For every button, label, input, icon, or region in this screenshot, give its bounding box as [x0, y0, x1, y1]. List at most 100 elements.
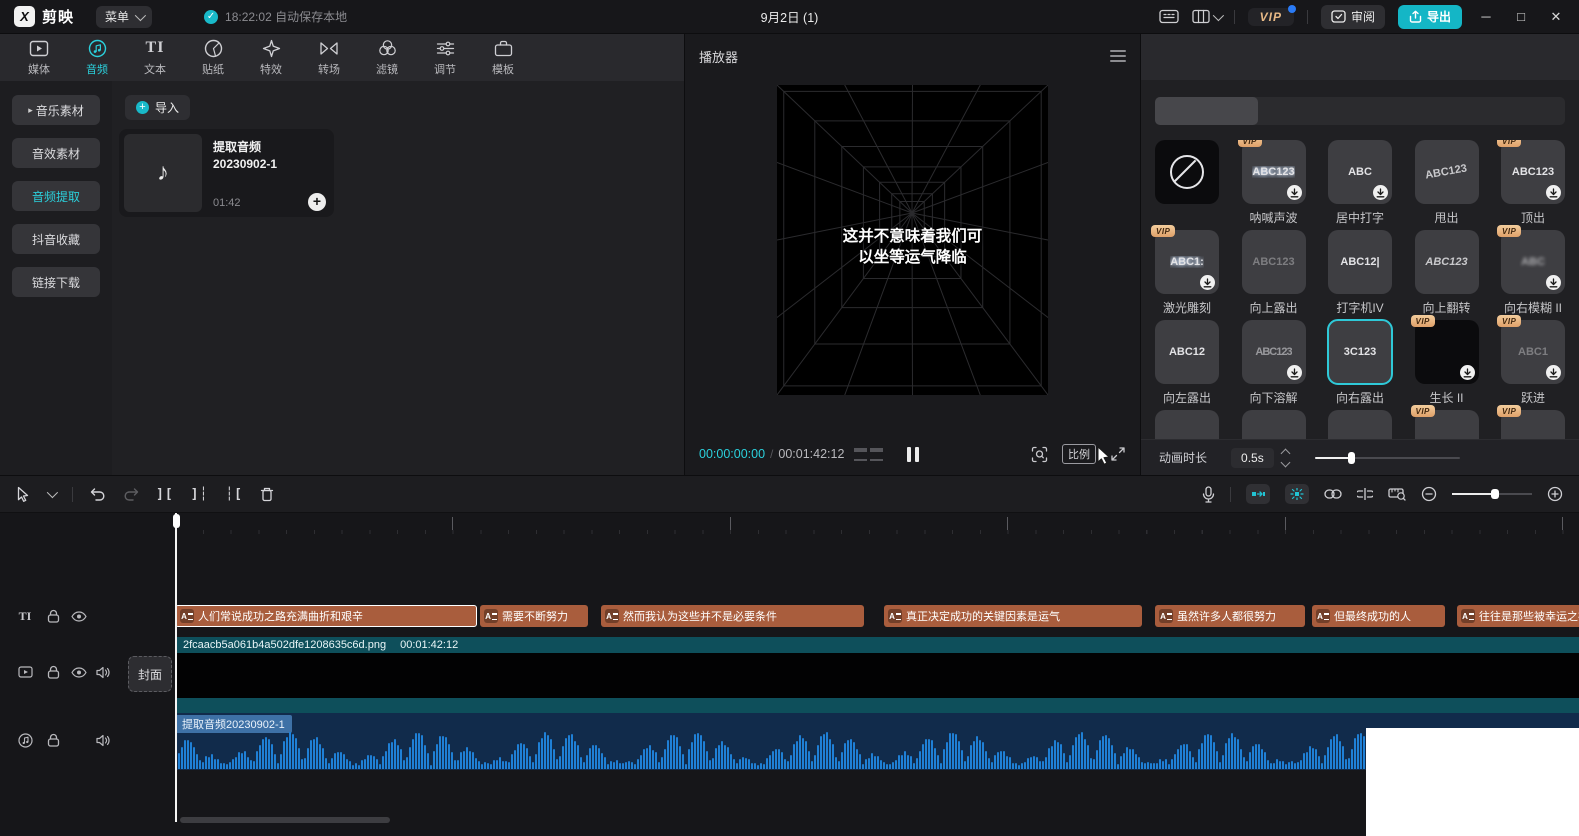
aspect-ratio-button[interactable]: 比例	[1062, 444, 1096, 464]
link-clips-icon[interactable]	[1324, 489, 1342, 499]
player-menu-icon[interactable]	[1110, 50, 1126, 62]
animation-item[interactable]: VIP	[1410, 405, 1479, 440]
animation-item[interactable]: VIP	[1241, 410, 1306, 440]
lock-icon[interactable]	[44, 607, 62, 625]
eye-icon[interactable]	[70, 607, 88, 625]
media-tab[interactable]: 转场	[300, 38, 358, 77]
animation-item[interactable]: VIP ABC123 呐喊声波	[1237, 140, 1306, 226]
lock-icon[interactable]	[44, 731, 62, 749]
animation-item[interactable]: VIP ABC123 甩出	[1414, 140, 1479, 226]
maximize-button[interactable]: □	[1510, 9, 1532, 24]
time-ruler[interactable]	[175, 513, 1579, 534]
export-button[interactable]: 导出	[1397, 4, 1462, 29]
animation-item[interactable]: VIP 生长 II	[1410, 315, 1479, 406]
subtitle-clip[interactable]: A 人们常说成功之路充满曲折和艰辛	[175, 605, 477, 627]
animation-item[interactable]: VIP ABC 居中打字	[1328, 140, 1392, 226]
select-tool-icon[interactable]	[16, 486, 30, 502]
magnet-snap-toggle[interactable]	[1246, 484, 1270, 504]
video-clip[interactable]: 2fcaacb5a061b4a502dfe1208635c6d.png 00:0…	[175, 637, 1579, 713]
undo-icon[interactable]	[90, 487, 106, 501]
animation-subtab[interactable]	[1463, 97, 1566, 125]
fullscreen-icon[interactable]	[1110, 446, 1126, 462]
animation-item[interactable]: VIP ABC123 顶出	[1497, 140, 1565, 226]
mute-icon[interactable]	[94, 663, 112, 681]
audio-source-item[interactable]: ▸ 音乐素材	[12, 95, 100, 125]
media-tab[interactable]: 滤镜	[358, 38, 416, 77]
animation-item[interactable]: VIP ABC1: 激光雕刻	[1151, 225, 1219, 316]
add-to-timeline-button[interactable]: +	[308, 193, 326, 211]
preview-axis-icon[interactable]	[1357, 488, 1373, 500]
media-tab[interactable]: TI 文本	[126, 38, 184, 77]
lock-icon[interactable]	[44, 663, 62, 681]
playhead[interactable]	[172, 513, 180, 822]
eye-icon[interactable]	[70, 663, 88, 681]
animation-item[interactable]: VIP	[1497, 405, 1565, 440]
media-tab[interactable]: 媒体	[10, 38, 68, 77]
animation-item[interactable]: VIP ABC123 向下溶解	[1241, 320, 1306, 406]
animation-subtab[interactable]	[1258, 97, 1361, 125]
layout-switch-icon[interactable]	[1191, 9, 1224, 24]
divider	[1230, 486, 1231, 502]
split-icon[interactable]: ][	[156, 487, 174, 502]
redo-icon[interactable]	[123, 487, 139, 501]
delete-icon[interactable]	[260, 487, 274, 502]
audio-source-item[interactable]: ▸ 音效素材	[12, 138, 100, 168]
media-tab[interactable]: 调节	[416, 38, 474, 77]
duration-stepper[interactable]	[1280, 448, 1291, 467]
video-preview[interactable]: 这并不意味着我们可 以坐等运气降临	[777, 85, 1048, 395]
mute-icon[interactable]	[94, 731, 112, 749]
close-button[interactable]: ✕	[1545, 9, 1567, 25]
animation-item[interactable]: VIP ABC123 向上露出	[1241, 230, 1306, 316]
media-tab[interactable]: 特效	[242, 38, 300, 77]
animation-item[interactable]: VIP ABC12| 打字机IV	[1328, 230, 1392, 316]
zoom-in-icon[interactable]	[1547, 486, 1563, 502]
subtitle-clip[interactable]: A 真正决定成功的关键因素是运气	[884, 605, 1142, 627]
timeline-scale-icon[interactable]	[1388, 487, 1406, 501]
audio-source-item[interactable]: ▸ 抖音收藏	[12, 224, 100, 254]
animation-item[interactable]: VIP ABC123 向上翻转	[1414, 230, 1479, 316]
minimize-button[interactable]: ─	[1475, 9, 1497, 24]
pause-button[interactable]	[906, 446, 919, 462]
media-tab[interactable]: 音频	[68, 38, 126, 77]
audio-source-item[interactable]: ▸ 音频提取	[12, 181, 100, 211]
subtitle-clip[interactable]: A 虽然许多人都很努力	[1155, 605, 1305, 627]
animation-item[interactable]: VIP	[1328, 410, 1392, 440]
audio-asset-card[interactable]: ♪ 提取音频 20230902-1 01:42 +	[119, 129, 334, 217]
audio-source-item[interactable]: ▸ 链接下载	[12, 267, 100, 297]
subtitle-clip[interactable]: A 然而我认为这些并不是必要条件	[601, 605, 864, 627]
animation-item[interactable]: VIP ABC 向右模糊 II	[1497, 225, 1565, 316]
animation-subtab[interactable]	[1155, 97, 1258, 125]
cover-button[interactable]: 封面	[128, 656, 172, 692]
inspector-tabs	[1141, 34, 1579, 80]
vip-badge: VIP	[1497, 405, 1522, 417]
linkage-toggle[interactable]	[1285, 484, 1309, 504]
timecode-display-icon[interactable]	[854, 447, 884, 461]
vip-membership-badge[interactable]: VIP	[1247, 4, 1296, 26]
timeline-zoom-slider[interactable]	[1452, 488, 1532, 500]
shortcut-keyboard-icon[interactable]	[1158, 9, 1179, 24]
zoom-out-icon[interactable]	[1421, 486, 1437, 502]
animation-subtab[interactable]	[1360, 97, 1463, 125]
subtitle-clip[interactable]: A 往往是那些被幸运之神	[1457, 605, 1579, 627]
duration-slider[interactable]	[1314, 451, 1460, 464]
duration-value[interactable]: 0.5s	[1231, 447, 1274, 468]
menu-button[interactable]: 菜单	[96, 5, 153, 28]
media-tab[interactable]: 贴纸	[184, 38, 242, 77]
media-tab-icon: TI	[145, 39, 165, 56]
subtitle-clip[interactable]: A 需要不断努力	[480, 605, 588, 627]
select-tool-chevron-icon[interactable]	[46, 486, 59, 499]
delete-right-icon[interactable]: ]┆	[191, 487, 209, 502]
import-button[interactable]: + 导入	[125, 95, 191, 120]
media-tab[interactable]: 模板	[474, 38, 532, 77]
animation-item[interactable]: VIP ABC1 跃进	[1497, 315, 1565, 406]
animation-item[interactable]: VIP 3C123 向右露出	[1327, 319, 1393, 406]
delete-left-icon[interactable]: ┆[	[225, 487, 243, 502]
animation-item[interactable]: VIP	[1155, 140, 1219, 226]
preview-quality-icon[interactable]	[1031, 446, 1048, 463]
horizontal-scrollbar[interactable]	[180, 817, 390, 823]
review-button[interactable]: 审阅	[1320, 4, 1385, 29]
subtitle-clip[interactable]: A 但最终成功的人	[1312, 605, 1445, 627]
record-voiceover-icon[interactable]	[1202, 485, 1215, 503]
animation-item[interactable]: VIP ABC12 向左露出	[1155, 320, 1219, 406]
animation-item[interactable]: VIP	[1155, 410, 1219, 440]
